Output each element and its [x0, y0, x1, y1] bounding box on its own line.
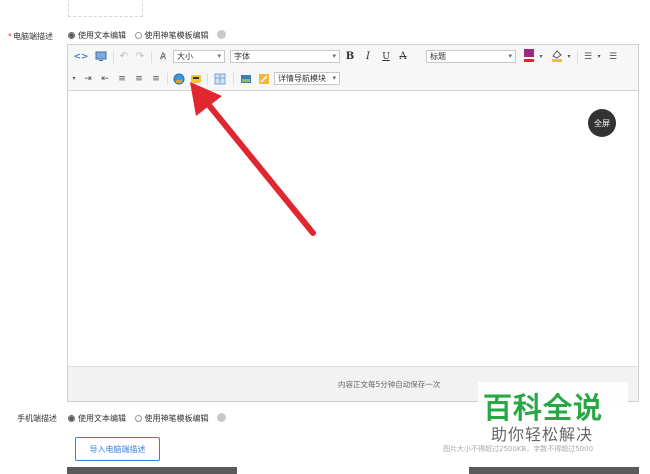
- import-pc-desc-button[interactable]: 导入电脑端描述: [75, 437, 160, 461]
- mobile-help-icon[interactable]: [217, 413, 227, 422]
- watermark-subtitle: 助你轻松解决: [491, 425, 594, 444]
- mobile-radio-template-edit[interactable]: [134, 415, 142, 422]
- arrow-shaft: [205, 101, 316, 236]
- mobile-desc-options: 使用文本编辑 使用神笔模板编辑: [68, 413, 227, 424]
- mobile-option-template-edit[interactable]: 使用神笔模板编辑: [145, 414, 209, 423]
- mobile-desc-label: 手机端描述: [17, 414, 57, 423]
- mobile-editor-field[interactable]: [237, 467, 469, 474]
- mobile-radio-text-edit[interactable]: [68, 415, 75, 422]
- mobile-option-text-edit[interactable]: 使用文本编辑: [78, 414, 126, 423]
- mobile-limit-hint: 图片大小不得超过2500KB，字数不得超过5000: [443, 445, 594, 453]
